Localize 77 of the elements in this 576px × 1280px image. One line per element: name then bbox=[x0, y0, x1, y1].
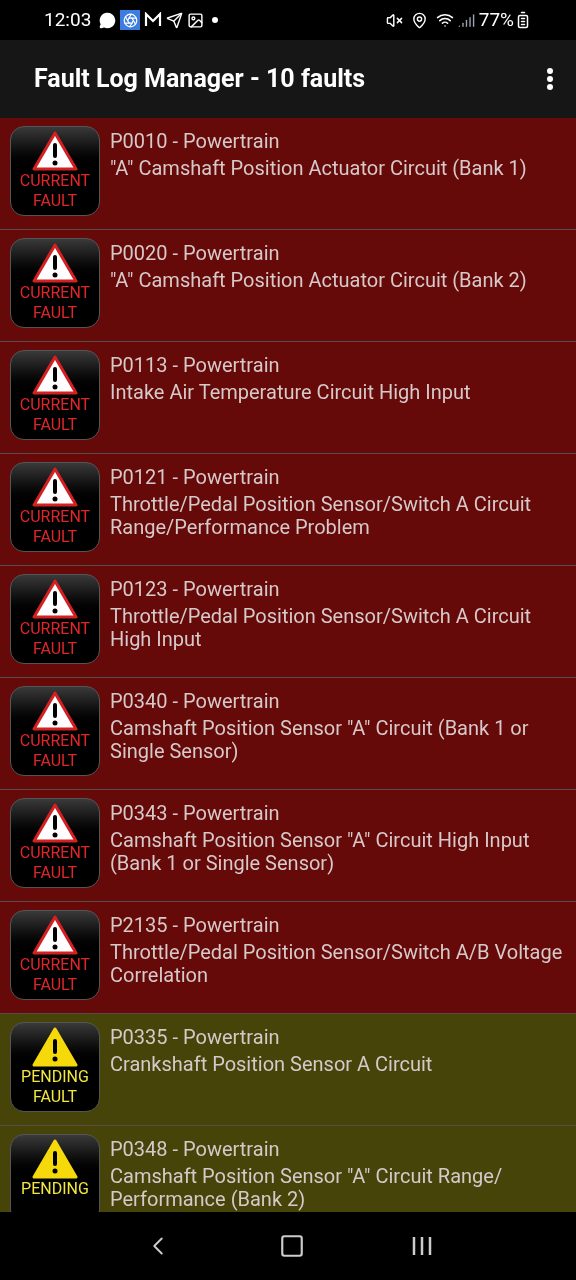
warning-icon bbox=[32, 579, 78, 619]
status-time: 12:03 bbox=[44, 6, 92, 33]
warning-icon bbox=[32, 131, 78, 171]
fault-code: P2135 - Powertrain bbox=[110, 914, 281, 937]
more-options-button[interactable] bbox=[546, 67, 554, 91]
recent-apps-button[interactable] bbox=[411, 1235, 433, 1257]
badge-label: CURRENT bbox=[19, 731, 91, 751]
warning-icon bbox=[32, 243, 78, 283]
badge-label: CURRENT bbox=[19, 171, 91, 191]
fault-row[interactable]: CURRENT FAULT P0113 - Powertrain Intake Air Temperature Circuit High Input bbox=[0, 342, 576, 454]
fault-row[interactable]: CURRENT FAULT P2135 - Powertrain Throttle/Pedal Position Sensor/Switch A/B Voltage Correlation bbox=[0, 902, 576, 1014]
fault-row[interactable]: CURRENT FAULT P0343 - Powertrain Camshaft Position Sensor "A" Circuit High Input (Bank 1 or Single Sensor) bbox=[0, 790, 576, 902]
mute-icon bbox=[385, 11, 403, 29]
badge-label: PENDING bbox=[21, 1067, 89, 1087]
fault-description: Throttle/Pedal Position Sensor/Switch A Circuit Range/Performance Problem bbox=[110, 493, 533, 539]
app-title: Fault Log Manager - 10 faults bbox=[34, 63, 367, 96]
location-icon bbox=[410, 11, 428, 29]
warning-icon bbox=[32, 1027, 78, 1067]
badge-label: CURRENT bbox=[19, 507, 91, 527]
badge-label: FAULT bbox=[32, 1087, 78, 1107]
more-icon bbox=[546, 67, 554, 91]
camera-app-icon bbox=[120, 10, 141, 30]
badge-label: CURRENT bbox=[19, 955, 91, 975]
fault-description: Throttle/Pedal Position Sensor/Switch A/B Voltage Correlation bbox=[110, 941, 564, 987]
badge-label: FAULT bbox=[32, 975, 78, 995]
badge-label: PENDING bbox=[21, 1179, 89, 1199]
badge-label: FAULT bbox=[32, 751, 78, 771]
badge-label: CURRENT bbox=[19, 619, 91, 639]
fault-row[interactable]: CURRENT FAULT P0010 - Powertrain "A" Camshaft Position Actuator Circuit (Bank 1) bbox=[0, 118, 576, 230]
home-button[interactable] bbox=[279, 1233, 305, 1259]
warning-icon bbox=[32, 915, 78, 955]
fault-row[interactable]: PENDING FAULT P0335 - Powertrain Crankshaft Position Sensor A Circuit bbox=[0, 1014, 576, 1126]
mail-icon bbox=[144, 12, 163, 28]
warning-icon bbox=[32, 691, 78, 731]
badge-label: CURRENT bbox=[19, 395, 91, 415]
chat-icon bbox=[99, 11, 117, 29]
badge-label: FAULT bbox=[32, 527, 78, 547]
badge-label: FAULT bbox=[32, 863, 78, 883]
fault-description: Camshaft Position Sensor "A" Circuit (Bank 1 or Single Sensor) bbox=[110, 717, 530, 763]
fault-description: Crankshaft Position Sensor A Circuit bbox=[110, 1053, 433, 1076]
badge-label: FAULT bbox=[32, 415, 78, 435]
fault-code: P0348 - Powertrain bbox=[110, 1138, 281, 1161]
fault-code: P0113 - Powertrain bbox=[110, 354, 281, 377]
badge-label: CURRENT bbox=[19, 843, 91, 863]
image-icon bbox=[187, 11, 205, 29]
fault-description: Throttle/Pedal Position Sensor/Switch A Circuit High Input bbox=[110, 605, 533, 651]
badge-label: CURRENT bbox=[19, 283, 91, 303]
warning-icon bbox=[32, 355, 78, 395]
warning-icon bbox=[32, 467, 78, 507]
warning-icon bbox=[32, 803, 78, 843]
fault-code: P0335 - Powertrain bbox=[110, 1026, 281, 1049]
warning-icon bbox=[32, 1139, 78, 1179]
fault-code: P0020 - Powertrain bbox=[110, 242, 281, 265]
signal-icon bbox=[457, 11, 475, 29]
fault-description: "A" Camshaft Position Actuator Circuit (Bank 2) bbox=[110, 269, 527, 292]
recent-apps-icon bbox=[411, 1235, 433, 1257]
fault-row[interactable]: CURRENT FAULT P0123 - Powertrain Throttle/Pedal Position Sensor/Switch A Circuit High Input bbox=[0, 566, 576, 678]
fault-code: P0343 - Powertrain bbox=[110, 802, 281, 825]
fault-code: P0121 - Powertrain bbox=[110, 466, 281, 489]
home-icon bbox=[279, 1233, 305, 1259]
fault-row[interactable]: CURRENT FAULT P0340 - Powertrain Camshaft Position Sensor "A" Circuit (Bank 1 or Single Sensor) bbox=[0, 678, 576, 790]
badge-label: FAULT bbox=[32, 639, 78, 659]
badge-label: FAULT bbox=[32, 303, 78, 323]
badge-label: FAULT bbox=[32, 191, 78, 211]
fault-description: Camshaft Position Sensor "A" Circuit High Input (Bank 1 or Single Sensor) bbox=[110, 829, 531, 875]
fault-row[interactable]: CURRENT FAULT P0121 - Powertrain Throttle/Pedal Position Sensor/Switch A Circuit Range/Performance Problem bbox=[0, 454, 576, 566]
fault-row[interactable]: PENDING P0348 - Powertrain Camshaft Position Sensor "A" Circuit Range/ Performance (Bank 2) bbox=[0, 1126, 576, 1212]
fault-code: P0340 - Powertrain bbox=[110, 690, 281, 713]
fault-code: P0123 - Powertrain bbox=[110, 578, 281, 601]
fault-description: "A" Camshaft Position Actuator Circuit (Bank 1) bbox=[110, 157, 527, 180]
send-icon bbox=[166, 11, 184, 29]
fault-row[interactable]: CURRENT FAULT P0020 - Powertrain "A" Camshaft Position Actuator Circuit (Bank 2) bbox=[0, 230, 576, 342]
fault-code: P0010 - Powertrain bbox=[110, 130, 281, 153]
fault-description: Camshaft Position Sensor "A" Circuit Range/ Performance (Bank 2) bbox=[110, 1165, 504, 1211]
battery-level: 77% bbox=[478, 6, 514, 33]
fault-description: Intake Air Temperature Circuit High Input bbox=[110, 381, 471, 404]
wifi-icon bbox=[435, 11, 454, 29]
